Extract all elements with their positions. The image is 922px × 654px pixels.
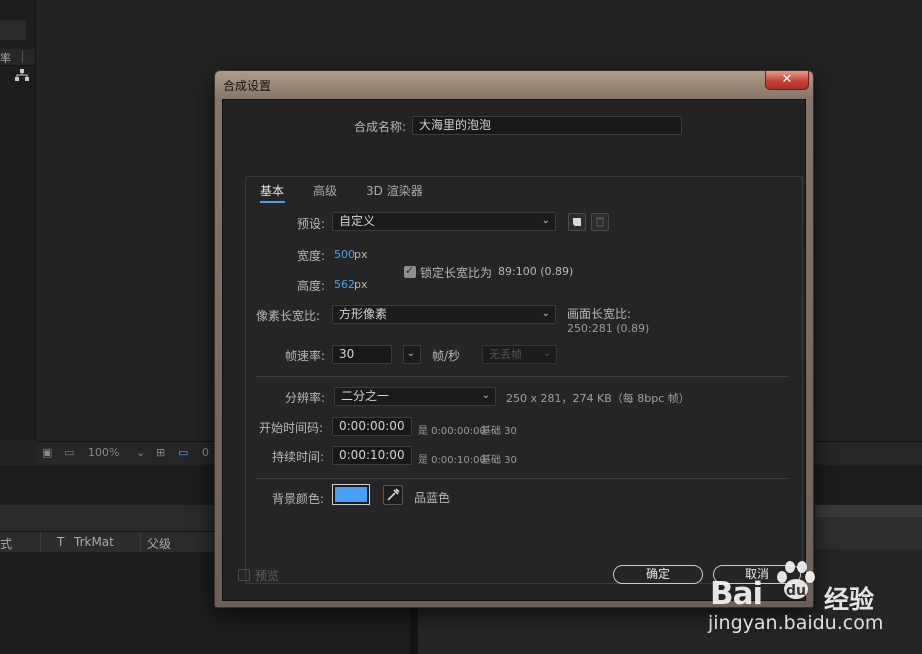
frame-aspect-label: 画面长宽比: — [567, 307, 632, 321]
preset-value: 自定义 — [339, 214, 376, 228]
svg-text:du: du — [786, 583, 806, 599]
pixel-aspect-select[interactable]: 方形像素 ⌄ — [332, 305, 556, 324]
region-icon[interactable]: ▭ — [178, 446, 188, 459]
eyedropper-button[interactable] — [383, 485, 403, 505]
close-icon: ✕ — [781, 72, 793, 87]
pixel-aspect-label: 像素长宽比: — [256, 309, 321, 323]
composition-settings-dialog: 合成设置 ✕ 合成名称: 大海里的泡泡 基本 高级 3D 渲染器 预设: 自定义… — [214, 70, 814, 608]
column-mode[interactable]: 式 — [0, 535, 12, 552]
frame-rate-input[interactable]: 30 — [332, 345, 392, 364]
work-area-bar[interactable] — [815, 517, 922, 549]
chevron-down-icon: ⌄ — [542, 348, 551, 359]
column-divider — [140, 532, 141, 552]
settings-panel: 基本 高级 3D 渲染器 预设: 自定义 ⌄ 宽度: 500 px 高度: 56… — [245, 176, 803, 584]
bg-color-name: 品蓝色 — [414, 491, 451, 505]
duration-label: 持续时间: — [272, 450, 325, 464]
column-frame-rate-label: 率 — [0, 52, 11, 65]
frame-aspect-value: 250:281 (0.89) — [567, 322, 650, 335]
bg-color-swatch[interactable] — [332, 484, 370, 505]
close-button[interactable]: ✕ — [765, 71, 809, 90]
fit-icon[interactable]: ⊞ — [156, 446, 165, 459]
column-t[interactable]: T — [57, 535, 64, 549]
frame-rate-label: 帧速率: — [285, 349, 326, 363]
preset-label: 预设: — [297, 217, 326, 231]
start-timecode-base: 基础 30 — [481, 426, 517, 437]
start-timecode-note: 是 0:00:00:00 — [418, 426, 486, 437]
project-panel — [0, 0, 36, 440]
frame-rate-unit: 帧/秒 — [432, 349, 461, 363]
watermark-brand: Bai — [710, 576, 763, 612]
delete-preset-button[interactable] — [591, 213, 609, 231]
watermark-brand-cn: 经验 — [824, 585, 875, 614]
tab-3d-renderer[interactable]: 3D 渲染器 — [366, 182, 423, 199]
bg-color-label: 背景颜色: — [272, 492, 325, 506]
height-label: 高度: — [297, 279, 326, 293]
tab-active-indicator — [260, 201, 285, 203]
width-unit: px — [354, 248, 368, 261]
save-preset-button[interactable] — [568, 213, 586, 231]
eyedropper-icon — [387, 488, 400, 501]
resolution-value: 二分之一 — [341, 389, 390, 403]
height-unit: px — [354, 278, 368, 291]
preview-label: 预览 — [255, 569, 280, 583]
viewer-time-value: 0 — [202, 446, 209, 459]
lock-aspect-ratio: 89:100 (0.89) — [498, 265, 574, 278]
project-column-header: 率 — [0, 49, 35, 66]
column-divider — [22, 51, 23, 63]
chevron-down-icon[interactable]: ⌄ — [136, 446, 145, 459]
column-divider — [40, 532, 41, 552]
chevron-down-icon: ⌄ — [481, 390, 490, 401]
resolution-info: 250 x 281，274 KB（每 8bpc 帧） — [506, 392, 690, 405]
grid-icon[interactable]: ▣ — [42, 446, 52, 459]
duration-note: 是 0:00:10:00 — [418, 455, 486, 466]
save-icon — [573, 218, 581, 226]
watermark-url: jingyan.baidu.com — [708, 612, 884, 634]
duration-base: 基础 30 — [481, 455, 517, 466]
resolution-select[interactable]: 二分之一 ⌄ — [334, 387, 496, 406]
bg-color-fill — [335, 487, 367, 502]
comp-name-label: 合成名称: — [354, 120, 407, 134]
drop-frame-value: 无丢帧 — [489, 348, 522, 361]
preview-checkbox[interactable] — [238, 569, 250, 581]
trash-icon — [596, 217, 604, 227]
chevron-down-icon: ⌄ — [406, 348, 415, 359]
divider — [256, 376, 789, 377]
tab-advanced[interactable]: 高级 — [313, 182, 337, 199]
column-parent[interactable]: 父级 — [147, 535, 171, 552]
dialog-title: 合成设置 — [223, 79, 272, 93]
ok-button[interactable]: 确定 — [613, 565, 703, 584]
start-timecode-label: 开始时间码: — [259, 421, 324, 435]
zoom-select[interactable]: 100% — [88, 446, 119, 459]
comp-name-input[interactable]: 大海里的泡泡 — [412, 116, 682, 135]
lock-aspect-label: 锁定长宽比为 — [420, 266, 493, 280]
resolution-label: 分辨率: — [285, 391, 326, 405]
width-label: 宽度: — [297, 249, 326, 263]
time-ruler[interactable] — [815, 505, 922, 517]
preset-select[interactable]: 自定义 ⌄ — [332, 212, 556, 231]
chevron-down-icon: ⌄ — [541, 308, 550, 319]
baidu-paw-logo: du — [777, 561, 815, 599]
chevron-down-icon: ⌄ — [541, 215, 550, 226]
start-timecode-input[interactable]: 0:00:00:00 — [332, 417, 412, 436]
dialog-body: 合成名称: 大海里的泡泡 基本 高级 3D 渲染器 预设: 自定义 ⌄ 宽度: … — [222, 99, 806, 601]
tab-basic[interactable]: 基本 — [260, 182, 284, 199]
width-value[interactable]: 500 — [334, 248, 355, 261]
divider — [256, 478, 789, 479]
column-trkmat[interactable]: TrkMat — [74, 535, 114, 549]
frame-rate-dropdown[interactable]: ⌄ — [403, 345, 421, 364]
lock-aspect-checkbox[interactable] — [404, 264, 416, 278]
monitor-icon[interactable]: ▭ — [64, 446, 74, 459]
height-value[interactable]: 562 — [334, 278, 355, 291]
drop-frame-select: 无丢帧 ⌄ — [482, 345, 557, 364]
project-panel-header — [0, 20, 26, 40]
pixel-aspect-value: 方形像素 — [339, 307, 388, 321]
duration-input[interactable]: 0:00:10:00 — [332, 446, 412, 465]
flowchart-icon[interactable] — [15, 69, 29, 82]
